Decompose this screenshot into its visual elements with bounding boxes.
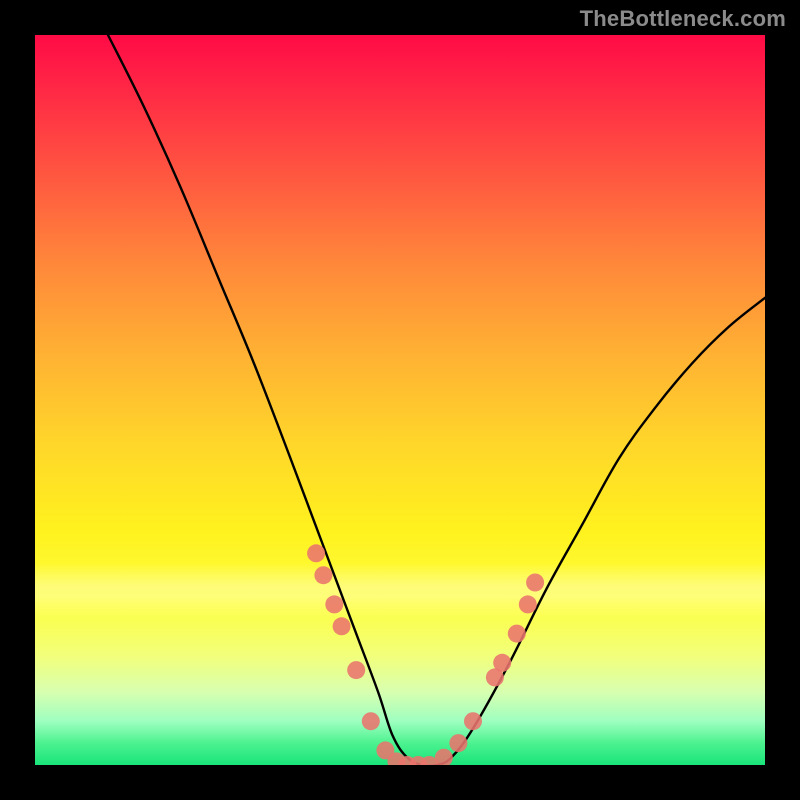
curve-layer bbox=[35, 35, 765, 765]
highlight-dot bbox=[508, 625, 526, 643]
highlight-dot bbox=[464, 712, 482, 730]
chart-frame: TheBottleneck.com bbox=[0, 0, 800, 800]
highlight-dot bbox=[493, 654, 511, 672]
highlight-dot bbox=[333, 617, 351, 635]
bottleneck-curve bbox=[108, 35, 765, 765]
highlight-dot bbox=[314, 566, 332, 584]
highlight-dot bbox=[449, 734, 467, 752]
highlight-dot bbox=[362, 712, 380, 730]
highlight-dot bbox=[435, 749, 453, 765]
highlight-dot bbox=[307, 544, 325, 562]
highlight-dot bbox=[325, 595, 343, 613]
watermark-text: TheBottleneck.com bbox=[580, 6, 786, 32]
highlight-dot bbox=[519, 595, 537, 613]
highlight-dot bbox=[526, 574, 544, 592]
highlight-dots bbox=[307, 544, 544, 765]
highlight-dot bbox=[347, 661, 365, 679]
plot-area bbox=[35, 35, 765, 765]
